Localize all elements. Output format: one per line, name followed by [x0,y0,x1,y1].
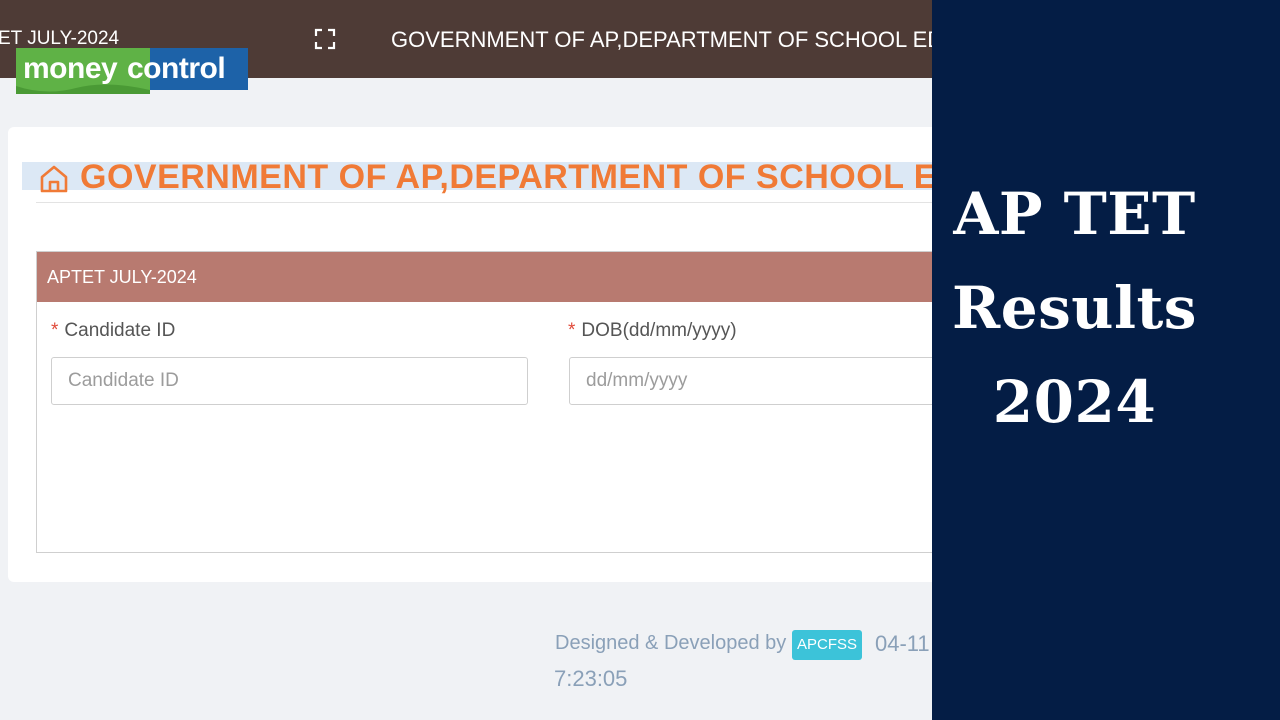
page-title: GOVERNMENT OF AP,DEPARTMENT OF SCHOOL ED… [391,27,932,52]
footer-date: 04-11 [875,631,930,656]
fullscreen-icon[interactable] [314,28,336,50]
moneycontrol-logo: money control [16,48,248,94]
logo-text-control: control [127,52,226,85]
logo-text-money: money [23,52,118,85]
candidate-id-label: * Candidate ID [51,320,175,342]
screenshot-area: ET JULY-2024 GOVERNMENT OF AP,DEPARTMENT… [0,0,932,720]
overlay-line-2: Results [952,274,1197,342]
heading-divider [36,202,932,203]
home-icon[interactable] [38,163,70,195]
overlay-panel: AP TET Results 2024 [932,0,1280,720]
dob-label-text: DOB(dd/mm/yyyy) [581,320,737,341]
apcfss-badge[interactable]: APCFSS [792,630,862,660]
panel-header: APTET JULY-2024 [37,252,932,302]
overlay-line-3: 2024 [992,368,1157,436]
department-heading: GOVERNMENT OF AP,DEPARTMENT OF SCHOOL ED… [80,158,932,196]
required-mark: * [568,320,576,341]
candidate-id-input[interactable] [51,357,528,405]
overlay-line-1: AP TET [953,180,1196,248]
footer-time: 7:23:05 [554,666,628,691]
candidate-id-label-text: Candidate ID [64,320,176,341]
dob-input[interactable] [569,357,932,405]
panel-title: APTET JULY-2024 [47,267,197,287]
dob-label: * DOB(dd/mm/yyyy) [568,320,737,342]
breadcrumb: ET JULY-2024 [0,28,120,49]
footer-credit: Designed & Developed by [555,632,787,654]
required-mark: * [51,320,59,341]
